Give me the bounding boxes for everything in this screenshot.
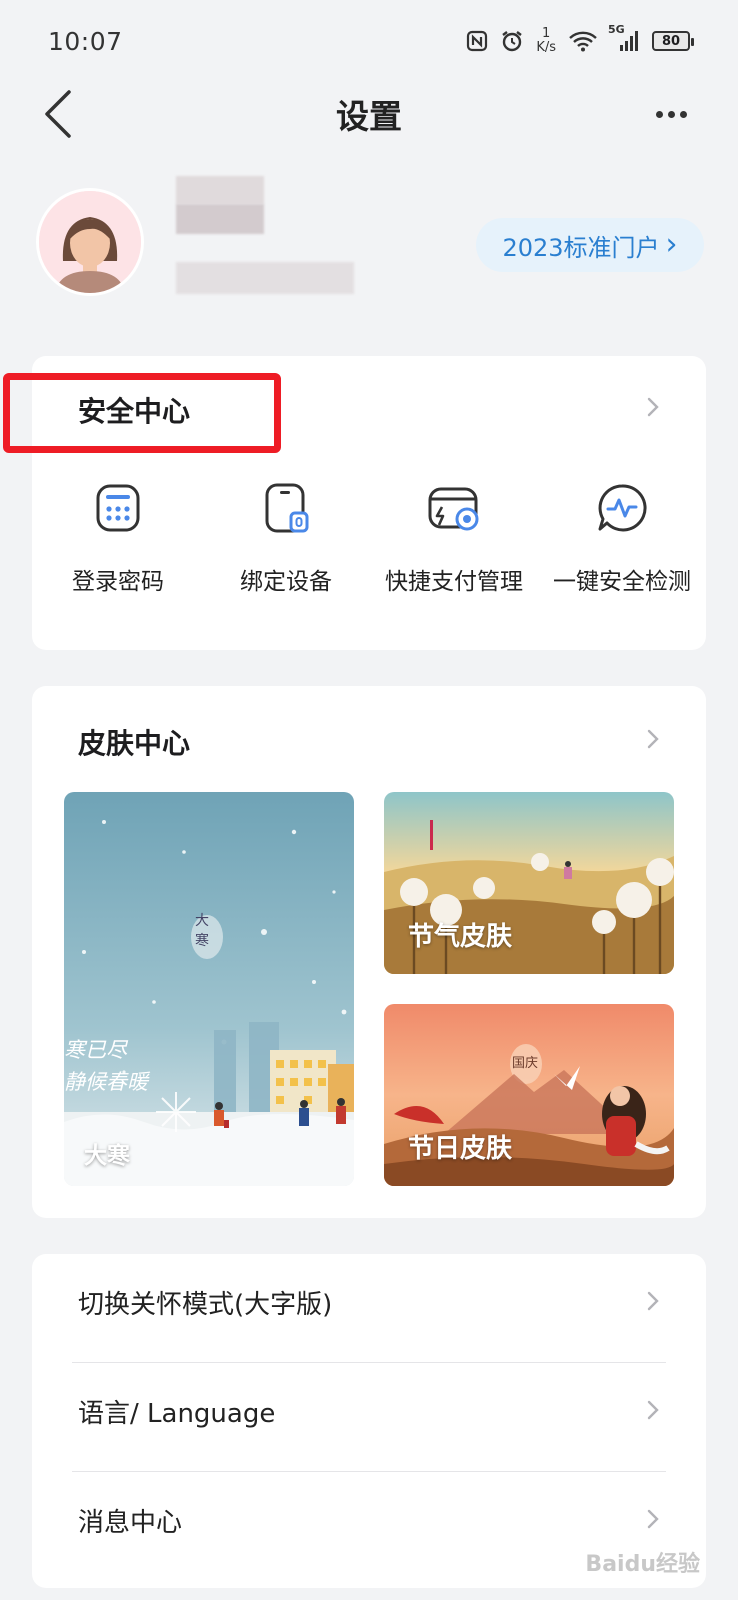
password-keypad-icon: [88, 478, 148, 538]
avatar[interactable]: [36, 188, 144, 296]
skin-tile-dahan[interactable]: 大 寒 寒已尽 静候春暖 大寒: [64, 792, 354, 1186]
more-options-button[interactable]: [646, 94, 696, 134]
nav-bar: 设置: [0, 82, 738, 182]
chevron-right-icon: [646, 1290, 660, 1318]
chevron-right-icon: [646, 1508, 660, 1536]
skin-tile-label: 大寒: [84, 1143, 130, 1169]
skin-tile-label: 节气皮肤: [408, 922, 513, 952]
language-row[interactable]: 语言/ Language: [32, 1363, 706, 1471]
portal-version-label: 2023标准门户: [502, 233, 660, 262]
bound-device-icon: [256, 478, 316, 538]
poster-line-1: 寒已尽: [64, 1038, 127, 1062]
signal-label: 5G: [608, 23, 625, 36]
portal-version-button[interactable]: 2023标准门户 ›: [476, 218, 704, 272]
security-check-label: 一键安全检测: [553, 569, 691, 595]
message-center-label: 消息中心: [78, 1508, 183, 1538]
skin-tile-festival[interactable]: 国庆 节日皮肤: [384, 1004, 674, 1186]
skin-tile-label: 节日皮肤: [408, 1134, 513, 1164]
skin-center-title[interactable]: 皮肤中心: [78, 722, 190, 762]
status-bar: 10:07 1 K/s 5G 80: [0, 0, 738, 82]
net-speed-value: 1: [542, 26, 551, 41]
alarm-icon: [500, 29, 524, 53]
poster-char-1: 大: [195, 913, 209, 929]
status-icons: 1 K/s 5G 80: [466, 23, 694, 55]
cellular-signal-icon: 5G: [608, 23, 640, 53]
more-dot-icon: [667, 110, 675, 118]
page-title: 设置: [336, 97, 402, 136]
chevron-right-icon[interactable]: [646, 396, 660, 424]
care-mode-label: 切换关怀模式(大字版): [78, 1290, 333, 1320]
nfc-icon: [466, 30, 488, 52]
chevron-right-icon: [646, 1399, 660, 1427]
care-mode-row[interactable]: 切换关怀模式(大字版): [32, 1254, 706, 1362]
net-speed: 1 K/s: [536, 27, 556, 55]
poster-char-2: 寒: [195, 933, 209, 949]
highlight-box: [3, 373, 281, 453]
language-label: 语言/ Language: [78, 1399, 276, 1429]
login-password-item[interactable]: 登录密码: [32, 478, 204, 618]
login-password-label: 登录密码: [72, 569, 164, 595]
security-check-icon: [592, 478, 652, 538]
chevron-right-icon: ›: [665, 227, 678, 262]
bound-device-item[interactable]: 绑定设备: [200, 478, 372, 618]
baidu-watermark: Baidu经验: [585, 1552, 700, 1577]
female-avatar-icon: [39, 191, 141, 293]
skin-tile-solar-term[interactable]: 节气皮肤: [384, 792, 674, 974]
quick-payment-item[interactable]: 快捷支付管理: [368, 478, 540, 618]
status-time: 10:07: [48, 26, 123, 56]
security-check-item[interactable]: 一键安全检测: [536, 478, 708, 618]
bound-device-label: 绑定设备: [240, 569, 332, 595]
quick-payment-icon: [424, 478, 484, 538]
battery-indicator: 80: [652, 31, 694, 51]
more-dot-icon: [679, 110, 687, 118]
winter-scene-image: [64, 792, 354, 1186]
net-speed-unit: K/s: [536, 40, 556, 55]
poster-festival-text: 国庆: [512, 1056, 539, 1071]
more-dot-icon: [655, 110, 663, 118]
poster-line-2: 静候春暖: [64, 1070, 148, 1094]
wifi-icon: [568, 30, 598, 52]
chevron-right-icon[interactable]: [646, 728, 660, 756]
quick-payment-label: 快捷支付管理: [385, 569, 523, 595]
